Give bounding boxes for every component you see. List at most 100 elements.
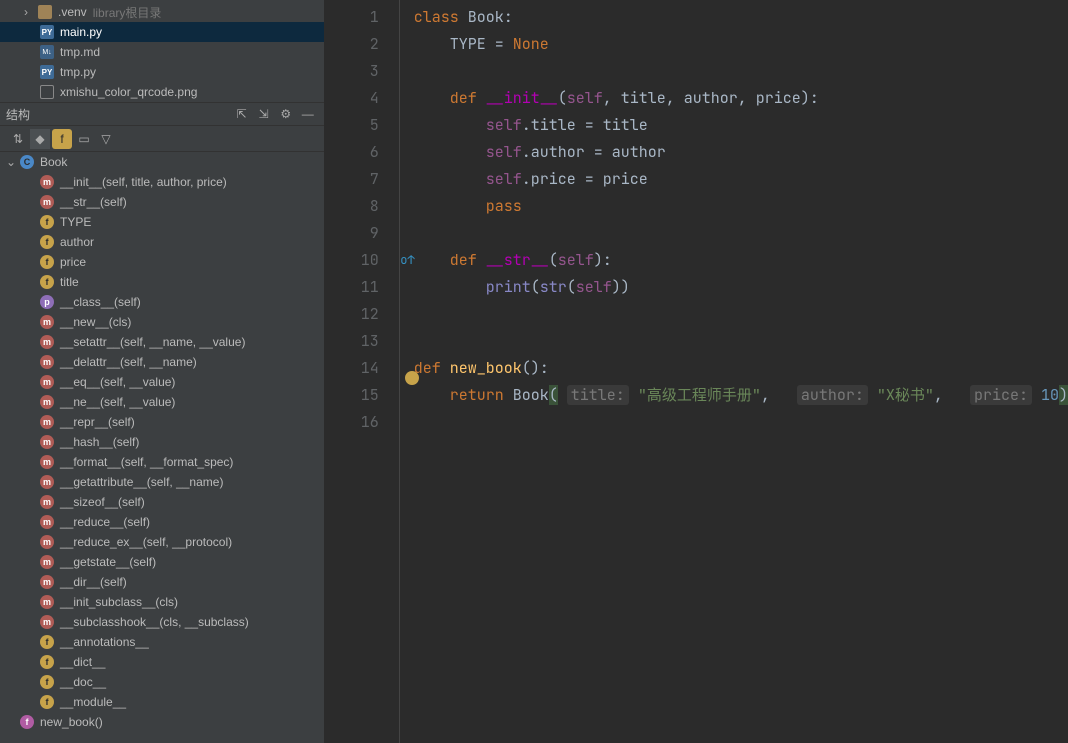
field-icon: f: [40, 235, 54, 249]
intention-bulb-icon[interactable]: [405, 371, 419, 385]
structure-member[interactable]: m__format__(self, __format_spec): [0, 452, 324, 472]
filter-fields-icon[interactable]: f: [52, 129, 72, 149]
method-icon: m: [40, 535, 54, 549]
structure-label: __str__(self): [60, 195, 127, 209]
method-icon: m: [40, 555, 54, 569]
expand-all-icon[interactable]: ⇱: [232, 104, 252, 124]
structure-label: __module__: [60, 695, 126, 709]
file-label: tmp.md: [60, 45, 100, 59]
structure-label: __init_subclass__(cls): [60, 595, 178, 609]
structure-member[interactable]: m__dir__(self): [0, 572, 324, 592]
structure-member[interactable]: f __dict__: [0, 652, 324, 672]
method-icon: m: [40, 495, 54, 509]
panel-title: 结构: [6, 106, 30, 123]
structure-label: title: [60, 275, 79, 289]
field-icon: f: [40, 635, 54, 649]
file-tmp-py[interactable]: PY tmp.py: [0, 62, 324, 82]
method-icon: m: [40, 415, 54, 429]
line-number: 13: [324, 328, 379, 355]
structure-label: __hash__(self): [60, 435, 139, 449]
override-marker-icon[interactable]: o↑: [400, 247, 414, 274]
structure-member[interactable]: m __reduce_ex__(self, __protocol): [0, 532, 324, 552]
structure-label: __dir__(self): [60, 575, 127, 589]
sort-icon[interactable]: ⇅: [8, 129, 28, 149]
collapse-all-icon[interactable]: ⇲: [254, 104, 274, 124]
structure-label: __getstate__(self): [60, 555, 156, 569]
structure-member[interactable]: fTYPE: [0, 212, 324, 232]
structure-function[interactable]: f new_book(): [0, 712, 324, 732]
file-main-py[interactable]: PY main.py: [0, 22, 324, 42]
structure-member[interactable]: m__delattr__(self, __name): [0, 352, 324, 372]
structure-member[interactable]: f__annotations__: [0, 632, 324, 652]
structure-member[interactable]: m __init__(self, title, author, price): [0, 172, 324, 192]
method-icon: m: [40, 355, 54, 369]
structure-label: TYPE: [60, 215, 91, 229]
gear-icon[interactable]: ⚙: [276, 104, 296, 124]
project-tree[interactable]: › .venv library根目录 PY main.py M↓ tmp.md …: [0, 0, 324, 102]
structure-member[interactable]: m__subclasshook__(cls, __subclass): [0, 612, 324, 632]
file-label: xmishu_color_qrcode.png: [60, 85, 197, 99]
file-tmp-md[interactable]: M↓ tmp.md: [0, 42, 324, 62]
structure-label: author: [60, 235, 94, 249]
line-number: 3: [324, 58, 379, 85]
structure-member[interactable]: m __getstate__(self): [0, 552, 324, 572]
folder-hint: library根目录: [93, 4, 162, 21]
structure-label: __dict__: [60, 655, 105, 669]
image-file-icon: [40, 85, 54, 99]
line-number: 4: [324, 85, 379, 112]
line-number: 5: [324, 112, 379, 139]
structure-member[interactable]: m__new__(cls): [0, 312, 324, 332]
function-icon: f: [20, 715, 34, 729]
class-icon: C: [20, 155, 34, 169]
filter-icon-1[interactable]: ◆: [30, 129, 50, 149]
structure-member[interactable]: fprice: [0, 252, 324, 272]
structure-label: __class__(self): [60, 295, 141, 309]
method-icon: m: [40, 315, 54, 329]
structure-member[interactable]: m__sizeof__(self): [0, 492, 324, 512]
field-icon: f: [40, 255, 54, 269]
structure-class[interactable]: ⌄ C Book: [0, 152, 324, 172]
autoscroll-icon[interactable]: ▽: [96, 129, 116, 149]
structure-member[interactable]: ftitle: [0, 272, 324, 292]
structure-label: __reduce_ex__(self, __protocol): [60, 535, 232, 549]
structure-member[interactable]: f__doc__: [0, 672, 324, 692]
structure-member[interactable]: fauthor: [0, 232, 324, 252]
structure-member[interactable]: m__setattr__(self, __name, __value): [0, 332, 324, 352]
structure-label: __ne__(self, __value): [60, 395, 175, 409]
structure-member[interactable]: m__init_subclass__(cls): [0, 592, 324, 612]
method-icon: m: [40, 175, 54, 189]
method-icon: m: [40, 195, 54, 209]
field-icon: f: [40, 695, 54, 709]
code-area[interactable]: class Book: TYPE = None def __init__(sel…: [400, 0, 1068, 743]
left-panel: › .venv library根目录 PY main.py M↓ tmp.md …: [0, 0, 324, 743]
structure-label: __reduce__(self): [60, 515, 150, 529]
method-icon: m: [40, 455, 54, 469]
structure-label: __init__(self, title, author, price): [60, 175, 227, 189]
structure-label: __getattribute__(self, __name): [60, 475, 223, 489]
file-image[interactable]: xmishu_color_qrcode.png: [0, 82, 324, 102]
structure-member[interactable]: m __str__(self): [0, 192, 324, 212]
structure-member[interactable]: m__hash__(self): [0, 432, 324, 452]
line-number: 14: [324, 355, 379, 382]
flatten-icon[interactable]: ▭: [74, 129, 94, 149]
minimize-icon[interactable]: —: [298, 104, 318, 124]
structure-label: Book: [40, 155, 67, 169]
line-number: 12: [324, 301, 379, 328]
structure-member[interactable]: m__getattribute__(self, __name): [0, 472, 324, 492]
structure-member[interactable]: m__repr__(self): [0, 412, 324, 432]
structure-member[interactable]: p__class__(self): [0, 292, 324, 312]
structure-member[interactable]: m__reduce__(self): [0, 512, 324, 532]
code-editor[interactable]: 12345678910111213141516 o↑ class Book: T…: [324, 0, 1068, 743]
structure-label: __subclasshook__(cls, __subclass): [60, 615, 249, 629]
field-icon: f: [40, 655, 54, 669]
structure-member[interactable]: f __module__: [0, 692, 324, 712]
structure-member[interactable]: m__eq__(self, __value): [0, 372, 324, 392]
structure-tree[interactable]: ⌄ C Book m __init__(self, title, author, …: [0, 152, 324, 743]
structure-label: __doc__: [60, 675, 106, 689]
python-file-icon: PY: [40, 25, 54, 39]
structure-member[interactable]: m__ne__(self, __value): [0, 392, 324, 412]
folder-venv[interactable]: › .venv library根目录: [0, 2, 324, 22]
line-number: 8: [324, 193, 379, 220]
line-number: 6: [324, 139, 379, 166]
structure-label: price: [60, 255, 86, 269]
